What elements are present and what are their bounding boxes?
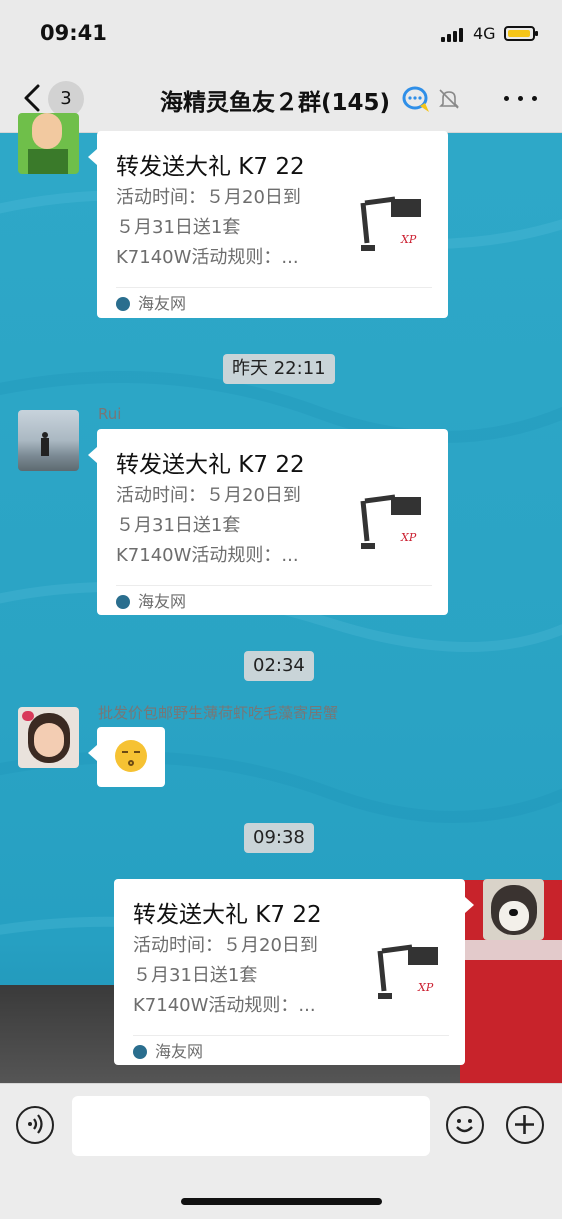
card-desc-line: K7140W活动规则：... <box>116 545 299 566</box>
card-description: 活动时间：５月20日到 ５月31日送1套 K7140W活动规则：... <box>116 183 341 273</box>
sender-avatar[interactable] <box>18 707 79 768</box>
battery-icon <box>504 26 538 41</box>
card-description: 活动时间：５月20日到 ５月31日送1套 K7140W活动规则：... <box>133 931 358 1021</box>
svg-text:XP: XP <box>417 981 434 994</box>
sender-avatar[interactable] <box>18 113 79 174</box>
sender-name: 批发价包邮野生薄荷虾吃毛藻寄居蟹 <box>98 704 339 722</box>
card-source: 海友网 <box>116 291 186 317</box>
card-divider <box>116 287 432 288</box>
product-thumbnail: XP <box>360 196 421 251</box>
chat-title: 海精灵鱼友２群(145) <box>160 90 391 116</box>
message-timestamp: 02:34 <box>244 651 314 681</box>
card-desc-line: K7140W活动规则：... <box>116 247 299 268</box>
signal-icon <box>441 28 467 42</box>
status-bar: 09:41 4G <box>0 0 562 66</box>
plus-icon <box>515 1115 534 1134</box>
bubble-tail <box>465 897 474 913</box>
card-desc-line: ５月31日送1套 <box>116 515 241 536</box>
home-indicator[interactable] <box>181 1198 382 1205</box>
card-title: 转发送大礼 K7 22 <box>116 154 305 180</box>
card-source-label: 海友网 <box>138 592 187 611</box>
status-time: 09:41 <box>40 21 107 45</box>
bubble-tail <box>88 447 97 463</box>
source-logo-icon <box>116 297 130 311</box>
my-avatar[interactable] <box>483 879 544 940</box>
card-desc-line: K7140W活动规则：... <box>133 995 316 1016</box>
kissing-face-emoji-icon <box>115 740 147 772</box>
more-options-icon[interactable] <box>504 96 538 102</box>
voice-icon <box>28 1114 43 1134</box>
message-timestamp: 09:38 <box>244 823 314 853</box>
bubble-tail <box>88 745 97 761</box>
voice-input-button[interactable] <box>16 1106 54 1144</box>
link-card-message[interactable]: 转发送大礼 K7 22 活动时间：５月20日到 ５月31日送1套 K7140W活… <box>114 879 465 1065</box>
group-chat-icon <box>402 86 429 112</box>
card-source: 海友网 <box>116 589 186 615</box>
card-title: 转发送大礼 K7 22 <box>133 902 322 928</box>
product-thumbnail: XP <box>377 944 438 999</box>
card-desc-line: 活动时间：５月20日到 <box>116 187 301 208</box>
card-description: 活动时间：５月20日到 ５月31日送1套 K7140W活动规则：... <box>116 481 341 571</box>
svg-text:XP: XP <box>400 531 417 544</box>
product-thumbnail: XP <box>360 494 421 549</box>
card-divider <box>116 585 432 586</box>
card-source-label: 海友网 <box>138 294 187 313</box>
emoji-message[interactable] <box>97 727 165 787</box>
svg-text:XP: XP <box>400 233 417 246</box>
card-divider <box>133 1035 449 1036</box>
input-bar <box>0 1083 562 1219</box>
source-logo-icon <box>133 1045 147 1059</box>
link-card-message[interactable]: 转发送大礼 K7 22 活动时间：５月20日到 ５月31日送1套 K7140W活… <box>97 429 448 615</box>
mute-bell-icon <box>439 89 459 109</box>
card-title: 转发送大礼 K7 22 <box>116 452 305 478</box>
source-logo-icon <box>116 595 130 609</box>
card-source: 海友网 <box>133 1039 203 1065</box>
network-type: 4G <box>473 24 496 43</box>
more-actions-button[interactable] <box>506 1106 544 1144</box>
card-desc-line: 活动时间：５月20日到 <box>116 485 301 506</box>
message-timestamp: 昨天 22:11 <box>223 354 335 384</box>
smiley-icon <box>456 1119 473 1133</box>
card-desc-line: ５月31日送1套 <box>116 217 241 238</box>
card-desc-line: ５月31日送1套 <box>133 965 258 986</box>
card-source-label: 海友网 <box>155 1042 204 1061</box>
sender-name: Rui <box>98 405 122 423</box>
unread-count-badge[interactable]: 3 <box>48 81 84 117</box>
back-arrow-icon[interactable] <box>20 83 44 113</box>
emoji-button[interactable] <box>446 1106 484 1144</box>
card-desc-line: 活动时间：５月20日到 <box>133 935 318 956</box>
message-input[interactable] <box>72 1096 430 1156</box>
bubble-tail <box>88 149 97 165</box>
link-card-message[interactable]: 转发送大礼 K7 22 活动时间：５月20日到 ５月31日送1套 K7140W活… <box>97 131 448 318</box>
sender-avatar[interactable] <box>18 410 79 471</box>
